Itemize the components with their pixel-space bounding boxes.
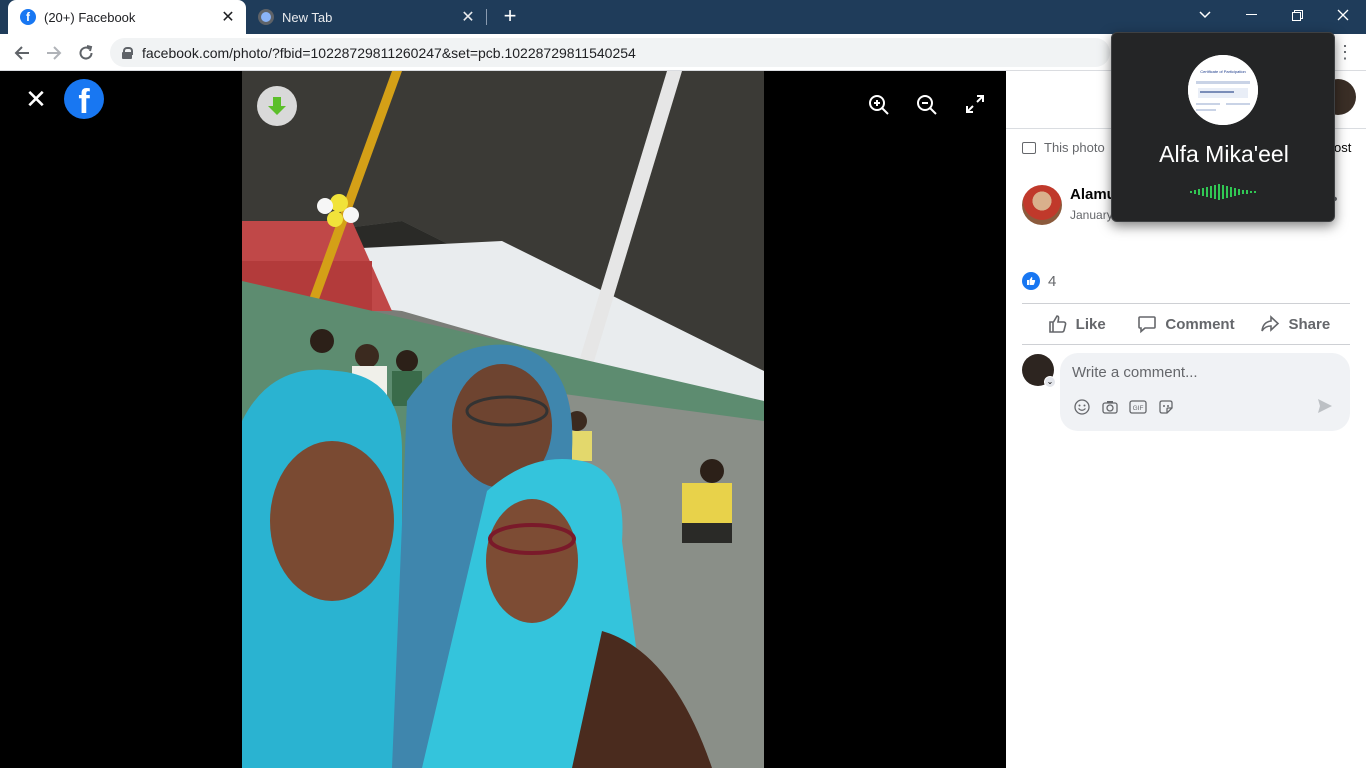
comment-composer[interactable]: GIF xyxy=(1060,353,1350,431)
photo-viewer: ✕ f xyxy=(0,71,1006,768)
view-post-link[interactable]: ost xyxy=(1334,140,1351,155)
facebook-logo-icon[interactable]: f xyxy=(64,79,104,121)
like-reaction-icon xyxy=(1022,272,1040,290)
gif-icon[interactable]: GIF xyxy=(1128,397,1148,417)
like-button[interactable]: Like xyxy=(1022,304,1131,344)
close-viewer-button[interactable]: ✕ xyxy=(22,85,50,113)
certificate-title: Certificate of Participation xyxy=(1200,69,1246,74)
window-close-icon[interactable] xyxy=(1320,0,1366,30)
download-arrow-icon xyxy=(268,97,286,115)
post-actions: Like Comment Share xyxy=(1022,303,1350,345)
forward-arrow-icon[interactable] xyxy=(41,40,67,66)
tab-close-icon[interactable]: ✕ xyxy=(218,7,238,27)
author-avatar[interactable] xyxy=(1022,185,1062,225)
tab-close-icon[interactable]: ✕ xyxy=(458,7,478,27)
zoom-in-icon[interactable] xyxy=(867,93,893,119)
document-icon xyxy=(1022,141,1036,154)
tab-facebook[interactable]: f (20+) Facebook ✕ xyxy=(8,0,246,34)
restore-icon[interactable] xyxy=(1274,0,1320,30)
thumbs-up-icon xyxy=(1048,315,1067,333)
this-photo-notice: This photo xyxy=(1022,140,1105,155)
tab-separator xyxy=(486,9,487,25)
send-icon[interactable] xyxy=(1316,397,1336,417)
gif-label: GIF xyxy=(1133,405,1144,412)
certificate-thumbnail: Certificate of Participation xyxy=(1188,55,1258,125)
tab-title: (20+) Facebook xyxy=(44,9,136,25)
audio-wave-icon xyxy=(1190,184,1256,200)
share-arrow-icon xyxy=(1261,315,1280,332)
emoji-icon[interactable] xyxy=(1072,397,1092,417)
minimize-icon[interactable] xyxy=(1228,0,1274,30)
tab-title: New Tab xyxy=(282,9,333,25)
tab-new-tab[interactable]: New Tab ✕ xyxy=(246,0,486,34)
url-text: facebook.com/photo/?fbid=102287298112602… xyxy=(142,44,636,61)
like-label: Like xyxy=(1075,315,1106,333)
caller-name: Alfa Mika'eel xyxy=(1159,141,1289,167)
chevron-down-icon[interactable]: ⌄ xyxy=(1044,376,1056,388)
post-date[interactable]: January xyxy=(1070,208,1113,222)
share-label: Share xyxy=(1288,315,1331,333)
this-photo-text: This photo xyxy=(1044,140,1105,155)
reload-icon[interactable] xyxy=(73,40,99,66)
browser-menu-icon[interactable]: ⋮ xyxy=(1336,40,1354,66)
sticker-icon[interactable] xyxy=(1156,397,1176,417)
comment-button[interactable]: Comment xyxy=(1131,304,1240,344)
comment-input[interactable] xyxy=(1072,361,1332,383)
share-button[interactable]: Share xyxy=(1241,304,1350,344)
reaction-count: 4 xyxy=(1048,272,1057,290)
caller-avatar: Certificate of Participation xyxy=(1188,55,1258,125)
fullscreen-icon[interactable] xyxy=(964,93,990,119)
lock-icon xyxy=(122,46,133,59)
reaction-summary[interactable]: 4 xyxy=(1022,272,1056,290)
camera-icon[interactable] xyxy=(1100,397,1120,417)
download-button[interactable] xyxy=(257,86,297,126)
comment-label: Comment xyxy=(1165,315,1235,333)
chrome-favicon-icon xyxy=(258,9,274,25)
tab-search-chevron-icon[interactable] xyxy=(1182,0,1228,30)
author-name[interactable]: Alamu xyxy=(1070,186,1116,203)
zoom-out-icon[interactable] xyxy=(915,93,941,119)
browser-titlebar: f (20+) Facebook ✕ New Tab ✕ + xyxy=(0,0,1366,34)
back-arrow-icon[interactable] xyxy=(9,40,35,66)
facebook-favicon-icon: f xyxy=(20,9,36,25)
comment-bubble-icon xyxy=(1138,316,1157,334)
new-tab-button[interactable]: + xyxy=(498,5,522,29)
photo-image xyxy=(242,71,764,768)
address-bar[interactable]: facebook.com/photo/?fbid=102287298112602… xyxy=(110,38,1110,67)
post-photo[interactable] xyxy=(242,71,764,768)
incoming-call-popup[interactable]: Certificate of Participation Alfa Mika'e… xyxy=(1111,32,1335,222)
